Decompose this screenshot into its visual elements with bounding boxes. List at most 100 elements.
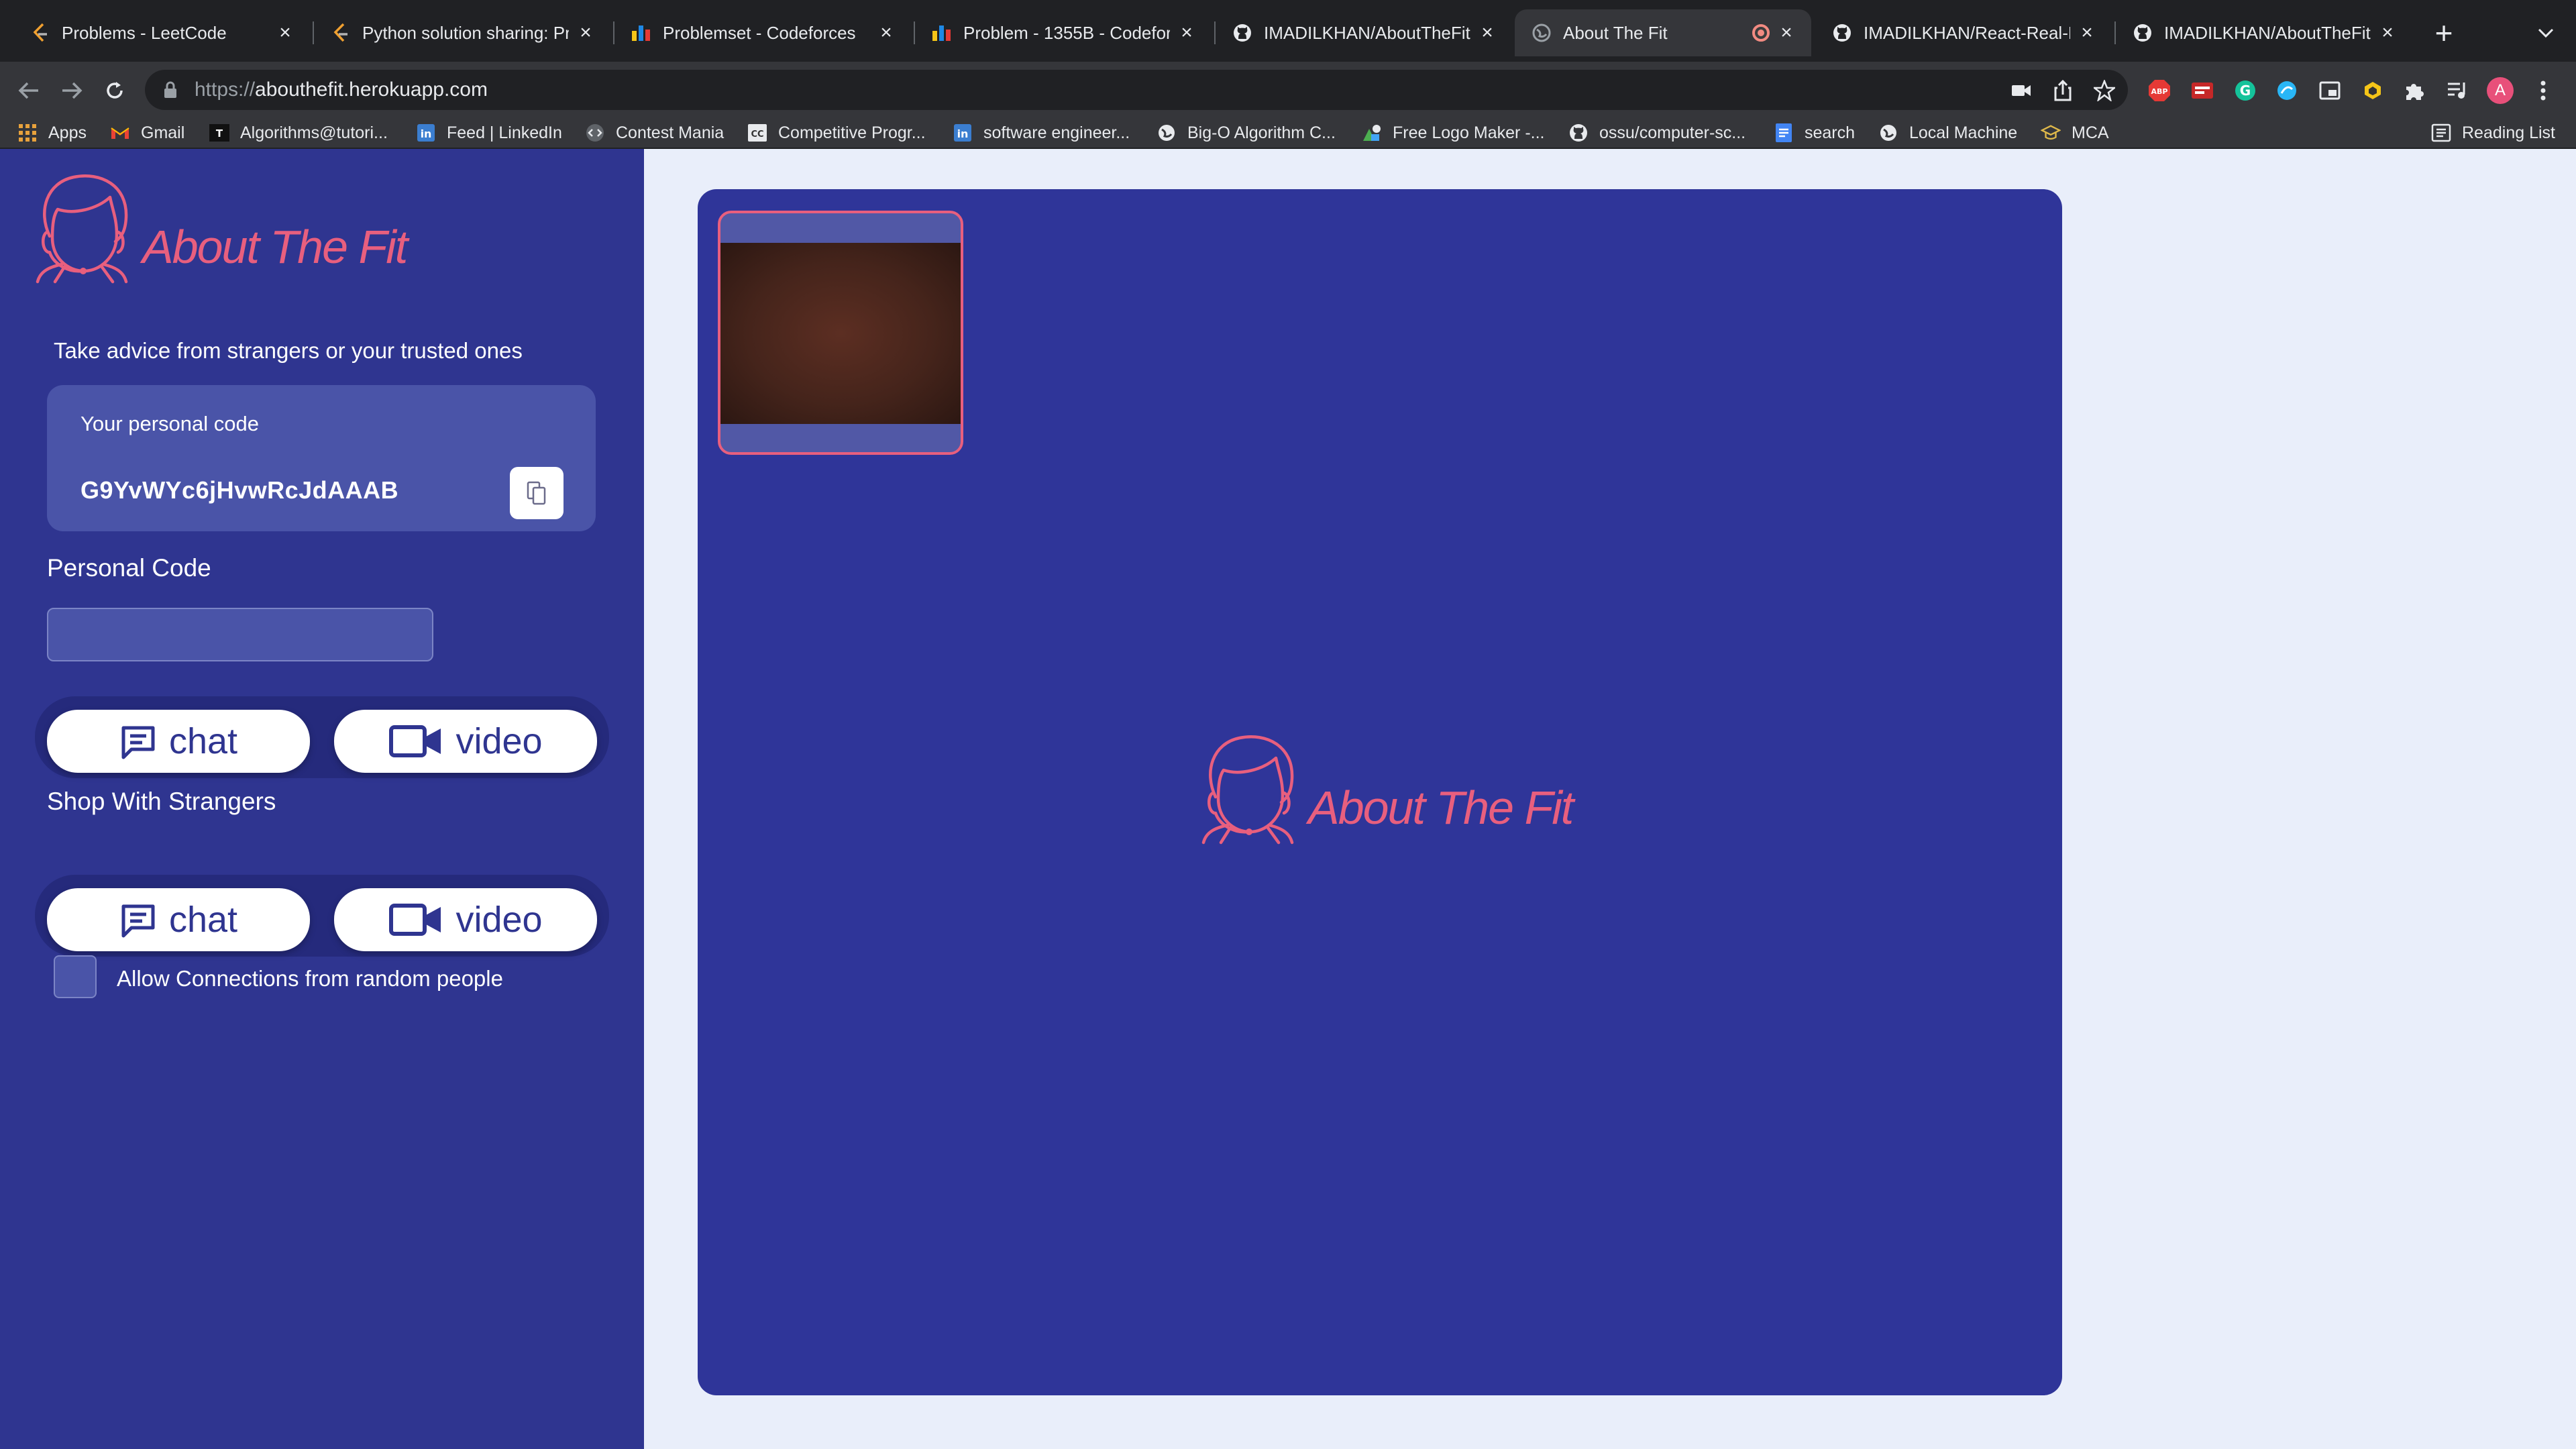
bookmark-big-o[interactable]: Big-O Algorithm C... (1157, 118, 1336, 148)
allow-random-label: Allow Connections from random people (117, 966, 503, 991)
adblock-icon[interactable]: ABP (2144, 75, 2175, 106)
menu-kebab-icon[interactable] (2528, 75, 2559, 106)
profile-initial: A (2487, 77, 2514, 104)
sidebar: About The Fit Take advice from strangers… (0, 149, 644, 1449)
reload-button[interactable] (97, 72, 133, 109)
woman-headset-logo-icon (36, 174, 128, 284)
copy-icon (527, 481, 546, 505)
bookmark-gmail[interactable]: Gmail (110, 118, 184, 148)
close-icon[interactable]: × (1175, 21, 1198, 44)
extension-red-icon[interactable] (2187, 75, 2218, 106)
video-label: video (455, 900, 543, 940)
cc-icon: CC (747, 123, 767, 143)
back-button[interactable] (11, 72, 47, 109)
share-icon[interactable] (2047, 75, 2078, 106)
personal-code-card: Your personal code G9YvWYc6jHvwRcJdAAAB (47, 385, 596, 531)
strangers-actions: chat video (35, 875, 609, 957)
close-icon[interactable]: × (274, 21, 297, 44)
browser-tab[interactable]: Problem - 1355B - Codeforc × (915, 9, 1212, 56)
bookmark-logo-maker[interactable]: Free Logo Maker -... (1362, 118, 1544, 148)
gmail-icon (110, 123, 130, 143)
allow-random-checkbox[interactable] (54, 955, 97, 998)
bookmark-label: ossu/computer-sc... (1599, 123, 1746, 142)
bookmark-local-machine[interactable]: Local Machine (1878, 118, 2017, 148)
bookmark-label: Competitive Progr... (778, 123, 926, 142)
svg-text:in: in (957, 127, 969, 140)
lock-icon (164, 81, 176, 98)
copy-code-button[interactable] (510, 467, 564, 519)
new-tab-button[interactable]: + (2427, 16, 2461, 50)
chat-icon (121, 904, 155, 938)
bookmark-competitive-programming[interactable]: CC Competitive Progr... (747, 118, 926, 148)
tab-search-chevron-icon[interactable] (2530, 17, 2561, 48)
tab-title: About The Fit (1563, 22, 1668, 43)
bookmark-label: Free Logo Maker -... (1393, 123, 1545, 142)
page: About The Fit Take advice from strangers… (0, 149, 2576, 1449)
personal-code-heading: Personal Code (47, 554, 211, 582)
svg-text:ABP: ABP (2151, 87, 2168, 96)
browser-tab[interactable]: Problemset - Codeforces × (614, 9, 911, 56)
bookmark-linkedin-feed[interactable]: in Feed | LinkedIn (416, 118, 562, 148)
close-icon[interactable]: × (875, 21, 898, 44)
extensions-puzzle-icon[interactable] (2399, 75, 2430, 106)
picture-in-picture-icon[interactable] (2314, 75, 2345, 106)
browser-tab[interactable]: Python solution sharing: Pre × (314, 9, 610, 56)
strangers-chat-button[interactable]: chat (47, 888, 310, 951)
close-icon[interactable]: × (2376, 21, 2399, 44)
reading-list-button[interactable]: Reading List (2431, 118, 2555, 148)
forward-button[interactable] (54, 72, 90, 109)
local-video-preview[interactable] (718, 211, 963, 455)
tab-title: Problem - 1355B - Codeforc (963, 22, 1170, 43)
bookmark-contest-mania[interactable]: Contest Mania (585, 118, 724, 148)
bookmark-label: Gmail (141, 123, 185, 142)
extension-blue-icon[interactable] (2271, 75, 2302, 106)
personal-chat-button[interactable]: chat (47, 710, 310, 773)
video-camera-icon (389, 904, 441, 936)
browser-tab-active[interactable]: About The Fit × (1515, 9, 1811, 56)
globe-icon (1157, 123, 1177, 143)
personal-video-button[interactable]: video (334, 710, 597, 773)
video-label: video (455, 721, 543, 761)
browser-tab[interactable]: IMADILKHAN/React-Real-Ex × (1815, 9, 2112, 56)
grammarly-icon[interactable]: G (2230, 75, 2261, 106)
bookmark-apps[interactable]: Apps (17, 118, 87, 148)
personal-code-card-label: Your personal code (80, 412, 259, 435)
svg-text:G: G (2240, 83, 2251, 99)
tab-title: IMADILKHAN/AboutTheFit (1264, 22, 1470, 43)
github-icon (2132, 22, 2153, 44)
bookmark-label: Big-O Algorithm C... (1187, 123, 1336, 142)
camera-feed (720, 243, 961, 424)
browser-tab[interactable]: Problems - LeetCode × (13, 9, 310, 56)
close-icon[interactable]: × (2076, 21, 2098, 44)
close-icon[interactable]: × (1476, 21, 1499, 44)
url-text: https://abouthefit.herokuapp.com (195, 78, 488, 101)
video-panel: About The Fit (698, 189, 2062, 1395)
close-icon[interactable]: × (1775, 21, 1798, 44)
bookmark-mca[interactable]: MCA (2041, 118, 2109, 148)
bookmarks-bar: Apps Gmail T Algorithms@tutori... in Fee… (0, 118, 2576, 149)
close-icon[interactable]: × (574, 21, 597, 44)
github-icon (1831, 22, 1853, 44)
browser-tab[interactable]: IMADILKHAN/AboutTheFit × (1216, 9, 1512, 56)
camera-in-use-icon[interactable] (2006, 75, 2037, 106)
extension-gold-icon[interactable] (2357, 75, 2388, 106)
bookmark-software-engineer[interactable]: in software engineer... (953, 118, 1130, 148)
bookmark-search[interactable]: search (1774, 118, 1855, 148)
woman-headset-logo-icon (1201, 735, 1294, 845)
leetcode-icon (30, 22, 51, 44)
bookmark-star-icon[interactable] (2089, 75, 2120, 106)
bookmark-algorithms[interactable]: T Algorithms@tutori... (209, 118, 388, 148)
strangers-video-button[interactable]: video (334, 888, 597, 951)
leetcode-icon (330, 22, 352, 44)
browser-tab[interactable]: IMADILKHAN/AboutTheFit × (2116, 9, 2412, 56)
address-bar[interactable]: https://abouthefit.herokuapp.com (145, 70, 2128, 110)
media-control-icon[interactable] (2442, 75, 2473, 106)
browser-tab-strip: Problems - LeetCode × Python solution sh… (0, 0, 2576, 62)
url-host: abouthefit.herokuapp.com (255, 78, 488, 101)
svg-text:T: T (216, 127, 223, 140)
bookmark-ossu[interactable]: ossu/computer-sc... (1568, 118, 1746, 148)
personal-code-input[interactable] (47, 608, 433, 661)
linkedin-icon: in (416, 123, 436, 143)
apps-grid-icon (17, 123, 38, 143)
avatar[interactable]: A (2485, 75, 2516, 106)
